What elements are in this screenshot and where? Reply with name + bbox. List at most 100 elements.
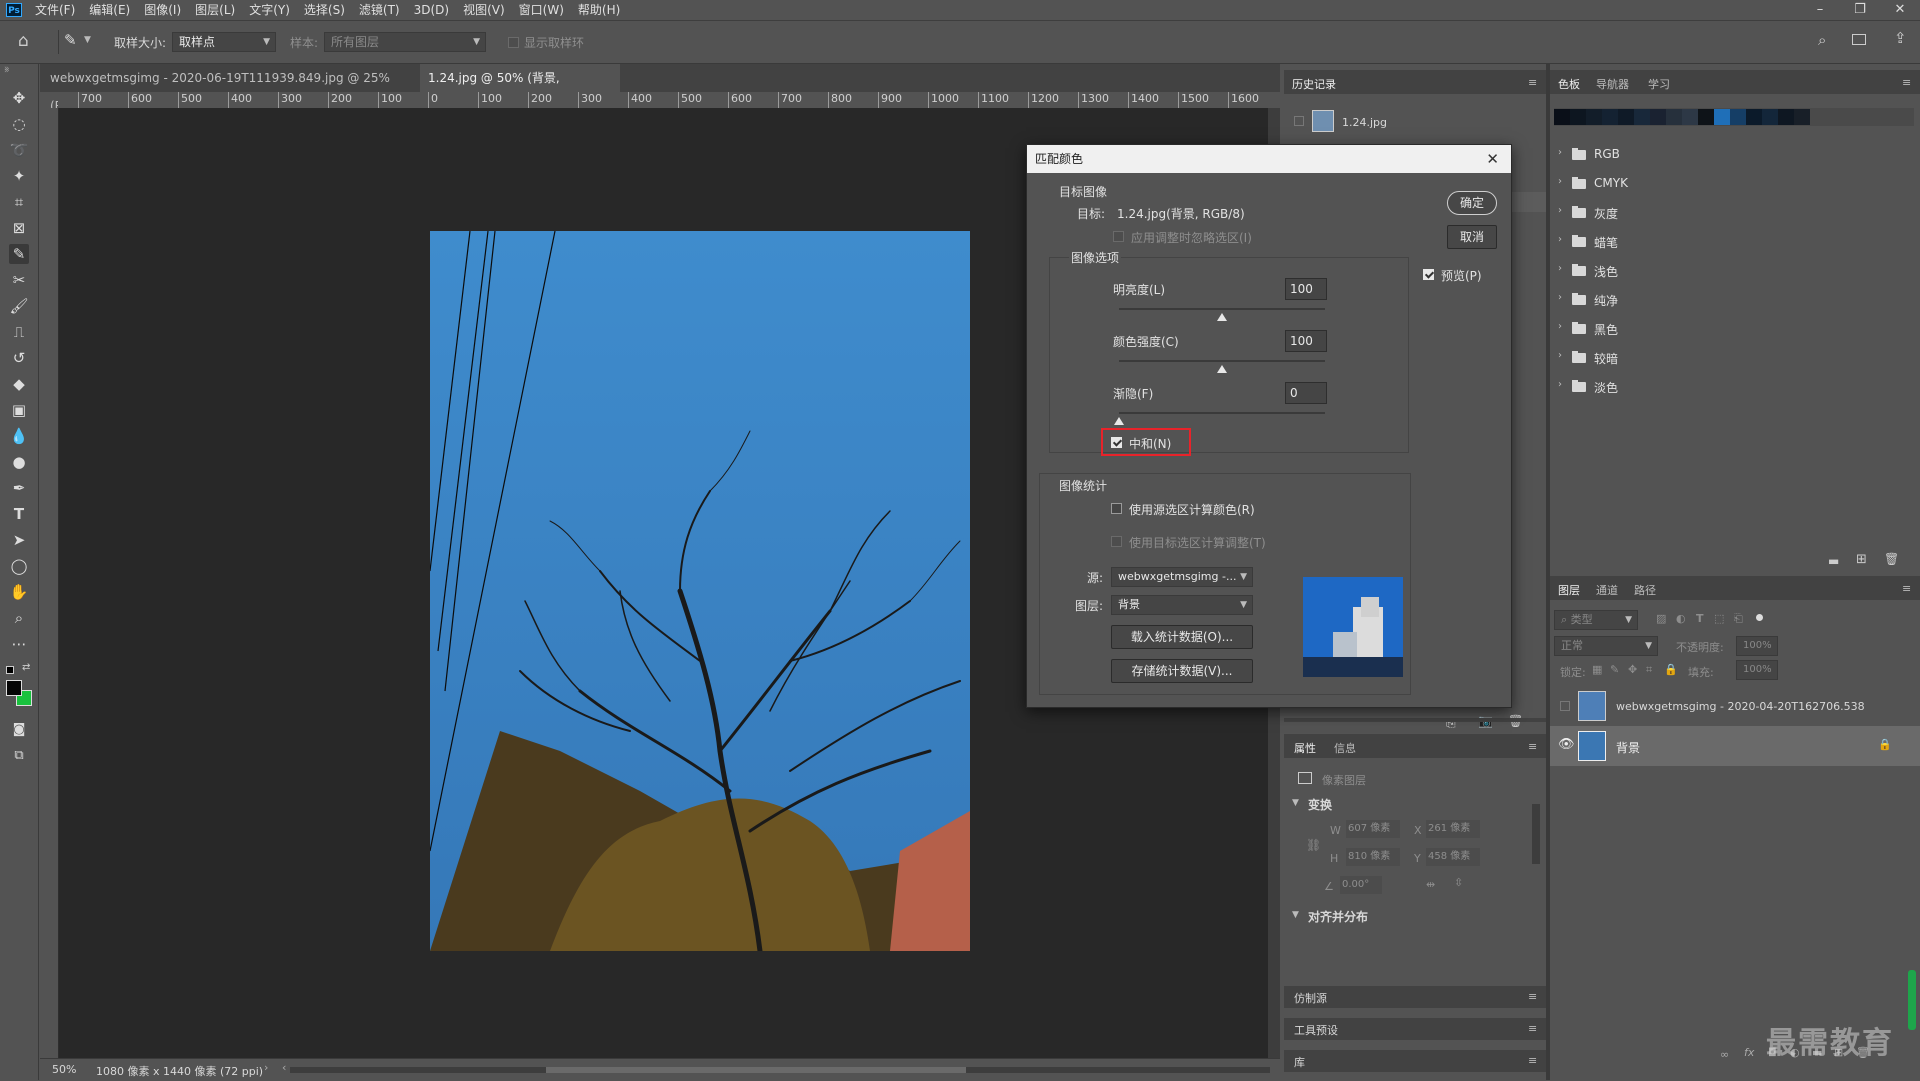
menu-file[interactable]: 文件(F)	[28, 0, 82, 20]
clone-source-panel-header[interactable]: 仿制源 ≡	[1284, 986, 1546, 1008]
color-swatch[interactable]	[1682, 109, 1698, 125]
eye-icon[interactable]: 👁	[1558, 737, 1575, 752]
filter-shape-icon[interactable]: ⬚	[1714, 612, 1724, 625]
chevron-right-icon[interactable]: ›	[1558, 147, 1562, 158]
marquee-tool-icon[interactable]: ◌	[9, 114, 29, 134]
show-ring-checkbox[interactable]	[508, 37, 519, 48]
filter-pixel-icon[interactable]: ▨	[1656, 612, 1666, 625]
libraries-panel-header[interactable]: 库 ≡	[1284, 1050, 1546, 1072]
hand-tool-icon[interactable]: ✋	[9, 582, 29, 602]
luminance-slider[interactable]	[1119, 308, 1325, 310]
tab-document-2[interactable]: 1.24.jpg @ 50% (背景, RGB/8#) * ×	[420, 64, 620, 113]
color-swatch[interactable]	[1554, 109, 1570, 125]
tab-document-1[interactable]: webwxgetmsgimg - 2020-06-19T111939.849.j…	[42, 64, 418, 113]
swatch-group[interactable]: › 蜡笔	[1550, 227, 1920, 256]
opacity-field[interactable]: 100%	[1736, 636, 1778, 656]
luminance-field[interactable]: 100	[1285, 278, 1327, 300]
x-field[interactable]: 261 像素	[1426, 820, 1480, 838]
search-icon[interactable]: ⌕	[1818, 31, 1826, 49]
tab-info[interactable]: 信息	[1334, 740, 1356, 756]
color-swatch[interactable]	[1570, 109, 1586, 125]
close-window-icon[interactable]: ✕	[1880, 0, 1920, 20]
ellipse-tool-icon[interactable]: ◯	[9, 556, 29, 576]
cancel-button[interactable]: 取消	[1447, 225, 1497, 249]
sample-dropdown[interactable]: 所有图层 ▼	[324, 32, 486, 52]
color-swatch[interactable]	[1586, 109, 1602, 125]
new-group-icon[interactable]: ▬	[1828, 554, 1839, 568]
width-field[interactable]: 607 像素	[1346, 820, 1400, 838]
scrollbar-thumb[interactable]	[546, 1067, 966, 1073]
chevron-right-icon[interactable]: ›	[1558, 321, 1562, 332]
blur-tool-icon[interactable]: 💧	[9, 426, 29, 446]
lasso-tool-icon[interactable]: ➰	[9, 140, 29, 160]
neutralize-checkbox[interactable]	[1111, 437, 1122, 448]
use-target-selection-checkbox[interactable]	[1111, 536, 1122, 547]
fx-icon[interactable]: fx	[1744, 1046, 1754, 1059]
swatch-group[interactable]: › 浅色	[1550, 256, 1920, 285]
panel-menu-icon[interactable]: ≡	[1528, 1054, 1537, 1067]
layer-name[interactable]: webwxgetmsgimg - 2020-04-20T162706.538	[1616, 700, 1865, 713]
layer-row-selected[interactable]: 👁 背景 🔒	[1550, 726, 1920, 766]
more-tools-icon[interactable]: ⋯	[9, 634, 29, 654]
chevron-right-icon[interactable]: ›	[1558, 205, 1562, 216]
eraser-tool-icon[interactable]: ◆	[9, 374, 29, 394]
screen-mode-icon[interactable]: ⧉	[9, 746, 29, 766]
swatch-group[interactable]: › 较暗	[1550, 343, 1920, 372]
lock-pixels-icon[interactable]: ✎	[1610, 663, 1619, 676]
panel-menu-icon[interactable]: ≡	[1528, 740, 1537, 753]
color-swatch[interactable]	[1650, 109, 1666, 125]
align-section-title[interactable]: 对齐并分布	[1308, 908, 1368, 925]
chevron-down-icon[interactable]: ▼	[1292, 910, 1299, 920]
transform-section-title[interactable]: 变换	[1308, 796, 1332, 813]
lock-transparent-icon[interactable]: ▦	[1592, 663, 1602, 676]
panel-menu-icon[interactable]: ≡	[1902, 582, 1911, 595]
lock-position-icon[interactable]: ✥	[1628, 663, 1637, 676]
panel-menu-icon[interactable]: ≡	[1528, 76, 1537, 89]
tab-learn[interactable]: 学习	[1648, 76, 1670, 92]
fade-slider-thumb[interactable]	[1114, 417, 1124, 425]
color-swatch[interactable]	[1778, 109, 1794, 125]
link-icon[interactable]: ⛓	[1306, 838, 1321, 852]
history-brush-tool-icon[interactable]: ↺	[9, 348, 29, 368]
tab-swatches[interactable]: 色板	[1558, 76, 1580, 92]
color-swatch[interactable]	[1698, 109, 1714, 125]
swap-colors-icon[interactable]: ⇄	[22, 662, 30, 673]
eyedropper-tool-icon[interactable]: ✎	[64, 31, 77, 49]
healing-brush-tool-icon[interactable]: ✂	[9, 270, 29, 290]
foreground-color-swatch[interactable]	[6, 680, 22, 696]
swatch-group[interactable]: › 灰度	[1550, 198, 1920, 227]
chevron-right-icon[interactable]: ›	[264, 1061, 268, 1074]
chevron-down-icon[interactable]: ▼	[1292, 798, 1299, 808]
swatch-group[interactable]: › 纯净	[1550, 285, 1920, 314]
color-swatch[interactable]	[1602, 109, 1618, 125]
lock-all-icon[interactable]: 🔒	[1664, 663, 1678, 676]
use-source-selection-checkbox[interactable]	[1111, 503, 1122, 514]
dodge-tool-icon[interactable]: ●	[9, 452, 29, 472]
source-dropdown[interactable]: webwxgetmsgimg -... ▼	[1111, 567, 1253, 587]
lock-artboard-icon[interactable]: ⌗	[1646, 663, 1652, 677]
ignore-selection-checkbox[interactable]	[1113, 231, 1124, 242]
save-statistics-button[interactable]: 存储统计数据(V)...	[1111, 659, 1253, 683]
menu-layer[interactable]: 图层(L)	[188, 0, 242, 20]
color-swatch[interactable]	[1762, 109, 1778, 125]
color-swatch[interactable]	[1746, 109, 1762, 125]
zoom-tool-icon[interactable]: ⌕	[9, 608, 29, 628]
menu-window[interactable]: 窗口(W)	[512, 0, 571, 20]
chevron-right-icon[interactable]: ›	[1558, 292, 1562, 303]
intensity-field[interactable]: 100	[1285, 330, 1327, 352]
flip-horizontal-icon[interactable]: ⇹	[1426, 878, 1435, 891]
tab-layers[interactable]: 图层	[1558, 582, 1580, 598]
color-swatch[interactable]	[1794, 109, 1810, 125]
swatch-group[interactable]: › CMYK	[1550, 169, 1920, 198]
visibility-toggle[interactable]	[1560, 701, 1570, 711]
tab-channels[interactable]: 通道	[1596, 582, 1618, 598]
filter-toggle-icon[interactable]	[1756, 614, 1763, 621]
zoom-level[interactable]: 50%	[52, 1063, 76, 1076]
chevron-right-icon[interactable]: ›	[1558, 176, 1562, 187]
layer-name[interactable]: 背景	[1616, 739, 1640, 756]
pen-tool-icon[interactable]: ✒	[9, 478, 29, 498]
intensity-slider-thumb[interactable]	[1217, 365, 1227, 373]
minimize-icon[interactable]: –	[1800, 0, 1840, 20]
brush-tool-icon[interactable]: 🖌	[9, 296, 29, 316]
menu-filter[interactable]: 滤镜(T)	[352, 0, 407, 20]
